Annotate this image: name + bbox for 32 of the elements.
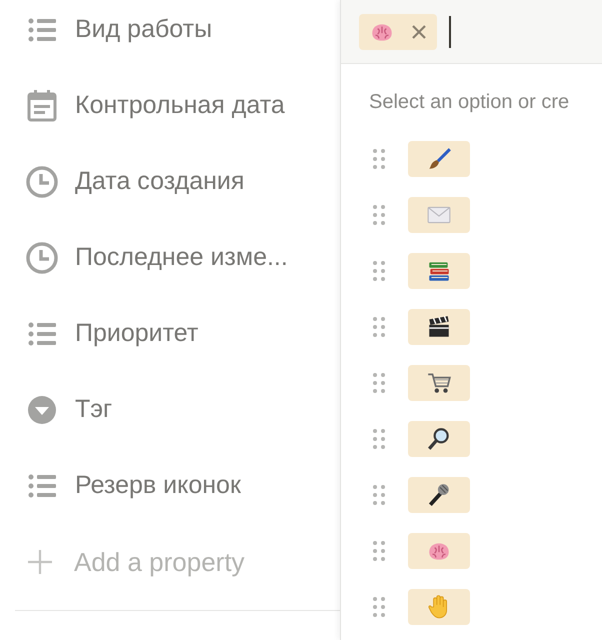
hint-text: Select an option or cre [369, 90, 570, 115]
drag-handle-icon[interactable] [372, 596, 386, 618]
drag-handle-icon[interactable] [372, 540, 386, 562]
list-icon [27, 474, 57, 498]
paintbrush-icon [426, 146, 452, 172]
property-label[interactable]: Дата создания [75, 163, 244, 201]
property-label[interactable]: Резерв иконок [75, 467, 241, 505]
property-label[interactable]: Тэг [75, 391, 112, 429]
list-icon [27, 18, 57, 42]
drag-handle-icon[interactable] [372, 316, 386, 338]
property-label[interactable]: Приоритет [75, 315, 198, 353]
option-tag[interactable] [408, 421, 470, 457]
list-icon [27, 322, 57, 346]
drag-handle-icon[interactable] [372, 372, 386, 394]
clock-icon [26, 166, 58, 198]
clock-icon [26, 242, 58, 274]
calendar-icon [27, 90, 57, 122]
drag-handle-icon[interactable] [372, 260, 386, 282]
drag-handle-icon[interactable] [372, 428, 386, 450]
property-label[interactable]: Последнее изме... [75, 239, 288, 277]
option-tag[interactable] [408, 309, 470, 345]
drag-handle-icon[interactable] [372, 204, 386, 226]
close-icon[interactable] [411, 24, 427, 40]
plus-icon [26, 548, 54, 576]
drag-handle-icon[interactable] [372, 484, 386, 506]
option-tag[interactable] [408, 477, 470, 513]
tag-input-field[interactable] [341, 0, 602, 64]
text-cursor [449, 16, 451, 48]
drag-handle-icon[interactable] [372, 148, 386, 170]
property-label[interactable]: Контрольная дата [75, 87, 285, 125]
property-label[interactable]: Вид работы [75, 11, 212, 49]
dropdown-circle-icon [27, 395, 57, 425]
